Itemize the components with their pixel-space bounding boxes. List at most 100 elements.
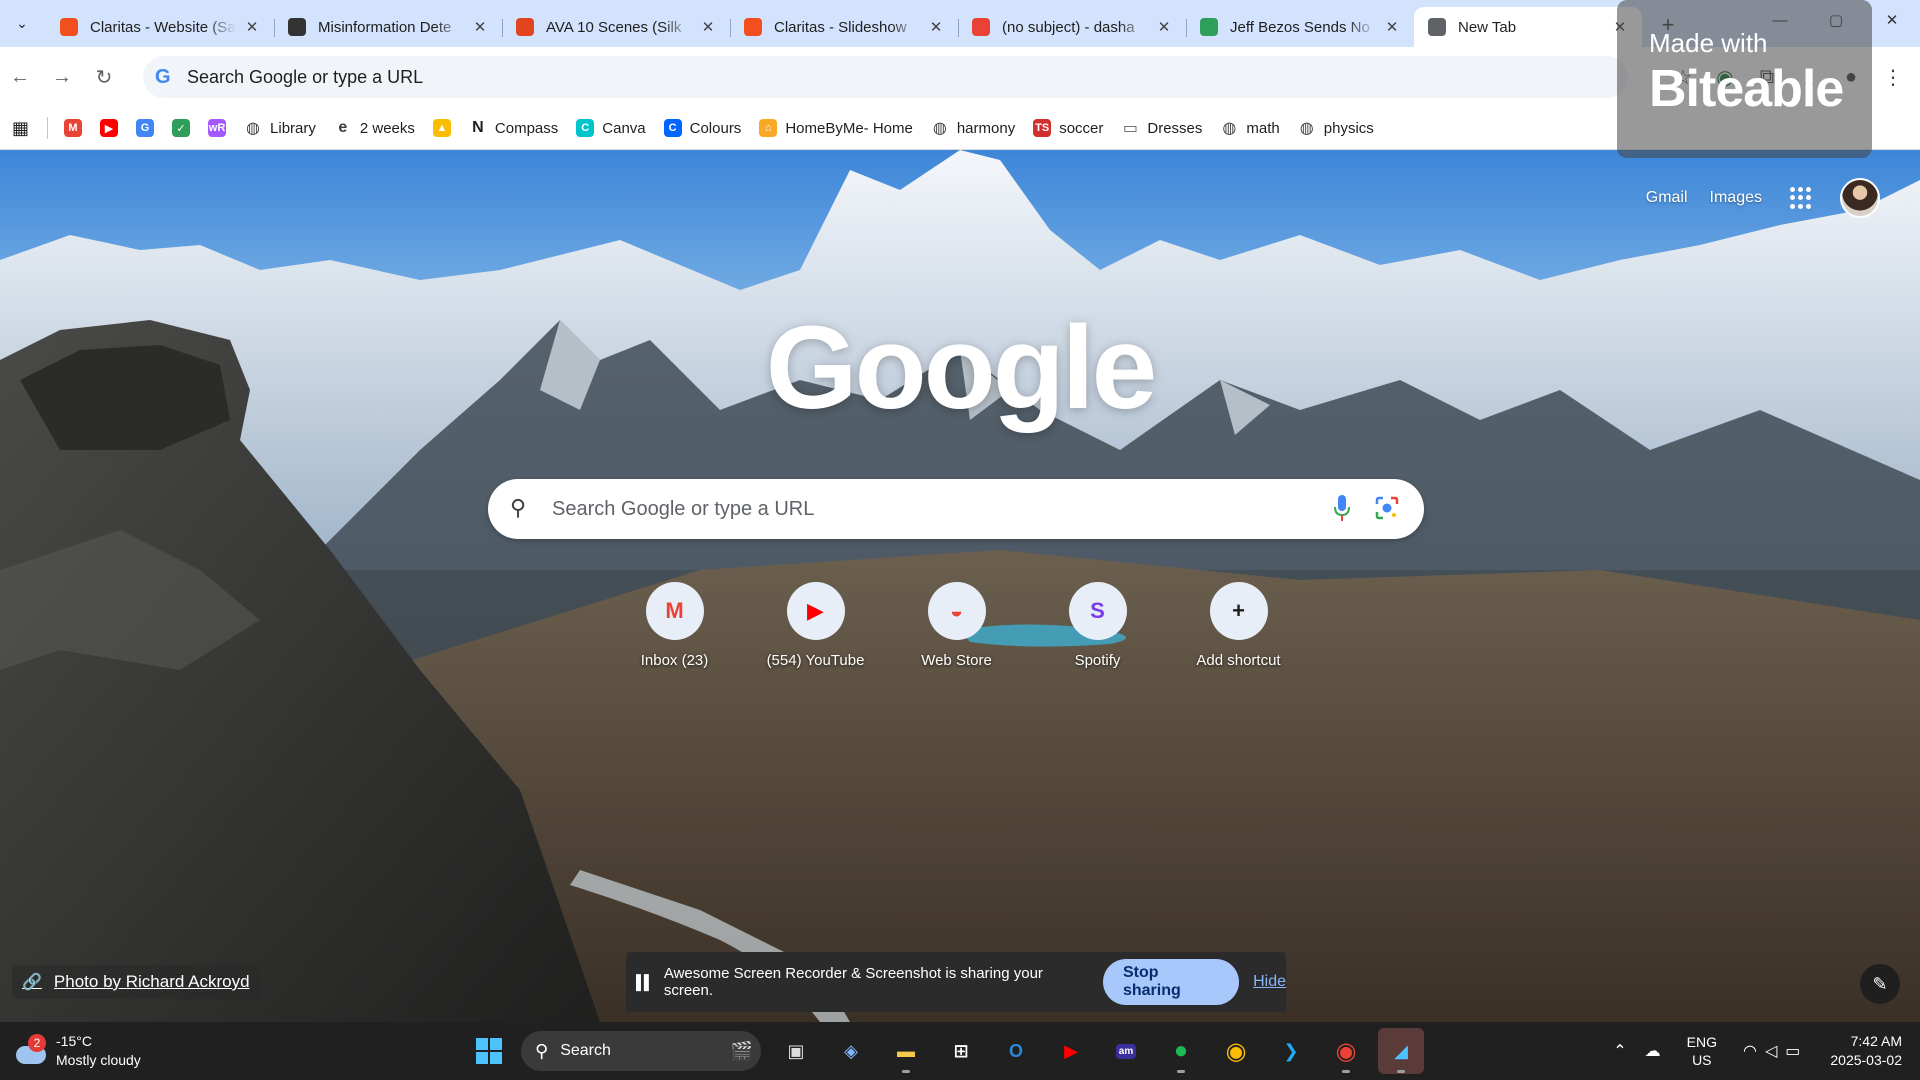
- spotify-app[interactable]: ●: [1158, 1028, 1204, 1074]
- file-explorer-app[interactable]: ▬: [883, 1028, 929, 1074]
- globe-icon: ◍: [932, 120, 947, 137]
- customize-ntp-button[interactable]: ✎: [1860, 964, 1900, 1004]
- tab-title: Claritas - Slideshow: [774, 18, 907, 36]
- close-tab-icon[interactable]: ✕: [470, 18, 490, 36]
- battery-icon[interactable]: ▭: [1785, 1041, 1800, 1061]
- hide-sharing-bar-link[interactable]: Hide: [1253, 973, 1286, 991]
- close-tab-icon[interactable]: ✕: [926, 18, 946, 36]
- shortcut-label: Web Store: [921, 652, 992, 669]
- microphone-icon[interactable]: [1334, 493, 1350, 523]
- chrome-icon: ◉: [1225, 1037, 1247, 1065]
- chrome-profile-app[interactable]: ◉: [1323, 1028, 1369, 1074]
- tab[interactable]: (no subject) - dasha ✕: [958, 7, 1186, 47]
- images-link[interactable]: Images: [1710, 189, 1762, 207]
- bookmark-label: Library: [270, 119, 316, 137]
- bookmark-item[interactable]: ▭ Dresses: [1121, 119, 1203, 138]
- weather-badge: 2: [28, 1034, 46, 1052]
- photo-credit-link[interactable]: 🔗 Photo by Richard Ackroyd: [12, 965, 260, 999]
- gmail-icon: M: [645, 582, 704, 640]
- onedrive-cloud-icon[interactable]: ☁: [1645, 1041, 1661, 1061]
- outlook-icon: O: [1008, 1040, 1023, 1061]
- shortcut-tile[interactable]: M Inbox (23): [604, 582, 745, 669]
- shortcut-tile[interactable]: + Add shortcut: [1168, 582, 1309, 669]
- close-tab-icon[interactable]: ✕: [698, 18, 718, 36]
- tab[interactable]: Claritas - Slideshow ✕: [730, 7, 958, 47]
- volume-icon[interactable]: ◁: [1765, 1041, 1777, 1061]
- bookmark-item[interactable]: ◍ harmony: [931, 119, 1016, 138]
- copilot-icon: ◈: [844, 1040, 858, 1061]
- bookmark-item[interactable]: TS soccer: [1033, 119, 1103, 137]
- wifi-icon[interactable]: ◠: [1743, 1041, 1757, 1061]
- address-bar[interactable]: G Search Google or type a URL: [143, 56, 1628, 98]
- tab[interactable]: AVA 10 Scenes (Silk ✕: [502, 7, 730, 47]
- account-avatar[interactable]: [1840, 178, 1880, 218]
- close-tab-icon[interactable]: ✕: [1154, 18, 1174, 36]
- close-window-button[interactable]: ✕: [1864, 0, 1920, 40]
- shortcut-tile[interactable]: ◒ Web Store: [886, 582, 1027, 669]
- google-lens-icon[interactable]: [1374, 495, 1400, 521]
- close-tab-icon[interactable]: ✕: [1382, 18, 1402, 36]
- bookmark-item[interactable]: wR: [208, 119, 227, 137]
- tab[interactable]: Misinformation Dete ✕: [274, 7, 502, 47]
- menu-button[interactable]: ⋮: [1872, 56, 1914, 98]
- bookmark-item[interactable]: C Colours: [663, 119, 741, 137]
- chrome-app[interactable]: ◉: [1213, 1028, 1259, 1074]
- recorder-icon: ◢: [1394, 1040, 1408, 1061]
- task-view-icon: ▣: [787, 1040, 805, 1061]
- bookmark-label: Dresses: [1147, 119, 1203, 137]
- tab-search-dropdown-button[interactable]: ⌄: [4, 5, 40, 41]
- vscode-app[interactable]: ❯: [1268, 1028, 1314, 1074]
- translate-icon: G: [136, 119, 155, 137]
- chevron-up-icon[interactable]: ⌃: [1613, 1041, 1626, 1061]
- ntp-search-box[interactable]: ⚲ Search Google or type a URL: [488, 479, 1424, 539]
- apps-shortcut[interactable]: ▦: [12, 118, 29, 139]
- bookmark-item[interactable]: N Compass: [469, 119, 558, 137]
- start-button[interactable]: [466, 1028, 512, 1074]
- tab[interactable]: Claritas - Website (Sa ✕: [46, 7, 274, 47]
- watermark-brand: Biteable: [1649, 60, 1844, 118]
- bookmark-item[interactable]: ▶: [100, 119, 119, 137]
- bookmark-item[interactable]: ▲: [432, 119, 451, 137]
- amazon-music-app[interactable]: am: [1103, 1028, 1149, 1074]
- close-tab-icon[interactable]: ✕: [242, 18, 262, 36]
- forward-button[interactable]: →: [42, 57, 82, 97]
- taskbar-search[interactable]: ⚲ Search 🎬: [521, 1031, 761, 1071]
- tab-active[interactable]: New Tab✕: [1414, 7, 1642, 47]
- bookmark-item[interactable]: C Canva: [576, 119, 646, 137]
- tab-title: Claritas - Website (Sa: [90, 18, 236, 36]
- weather-widget[interactable]: 2 -15°C Mostly cloudy: [14, 1032, 141, 1070]
- language-indicator[interactable]: ENG US: [1687, 1033, 1717, 1069]
- gmail-icon: M: [64, 119, 83, 137]
- back-button[interactable]: ←: [0, 57, 40, 97]
- ms-store-app[interactable]: ⊞: [938, 1028, 984, 1074]
- screen-recorder-app[interactable]: ◢: [1378, 1028, 1424, 1074]
- bookmark-item[interactable]: ◍ math: [1220, 119, 1279, 138]
- task-view-button[interactable]: ▣: [773, 1028, 819, 1074]
- bookmark-item[interactable]: ⌂ HomeByMe- Home: [759, 119, 913, 137]
- watermark-made-with: Made with: [1649, 28, 1768, 58]
- clock[interactable]: 7:42 AM 2025-03-02: [1830, 1032, 1902, 1070]
- check-icon: ✓: [172, 119, 191, 137]
- stop-sharing-button[interactable]: Stop sharing: [1102, 959, 1240, 1005]
- youtube-app[interactable]: ▶: [1048, 1028, 1094, 1074]
- reload-button[interactable]: ↻: [84, 57, 124, 97]
- shortcut-tile[interactable]: ▶ (554) YouTube: [745, 582, 886, 669]
- copilot-app[interactable]: ◈: [828, 1028, 874, 1074]
- gmail-link[interactable]: Gmail: [1646, 189, 1688, 207]
- bookmark-item[interactable]: G: [136, 119, 155, 137]
- pause-icon: ▌▌: [636, 974, 654, 990]
- chrome-web-store-icon: ◒: [927, 582, 986, 640]
- bookmark-item[interactable]: ◍ physics: [1298, 119, 1374, 138]
- tab[interactable]: Jeff Bezos Sends No ✕: [1186, 7, 1414, 47]
- shortcut-tile[interactable]: S Spotify: [1027, 582, 1168, 669]
- google-apps-icon[interactable]: [1790, 187, 1812, 209]
- bookmark-item[interactable]: ✓: [172, 119, 191, 137]
- bookmark-item[interactable]: ◍ Library: [244, 119, 316, 138]
- bookmark-item[interactable]: e 2 weeks: [334, 119, 414, 137]
- clock-date: 2025-03-02: [1830, 1052, 1902, 1068]
- biteable-watermark: Made with Biteable: [1617, 0, 1872, 158]
- bookmark-item[interactable]: M: [64, 119, 83, 137]
- reload-icon: ↻: [95, 66, 113, 89]
- outlook-app[interactable]: O: [993, 1028, 1039, 1074]
- bookmark-label: harmony: [956, 119, 1016, 137]
